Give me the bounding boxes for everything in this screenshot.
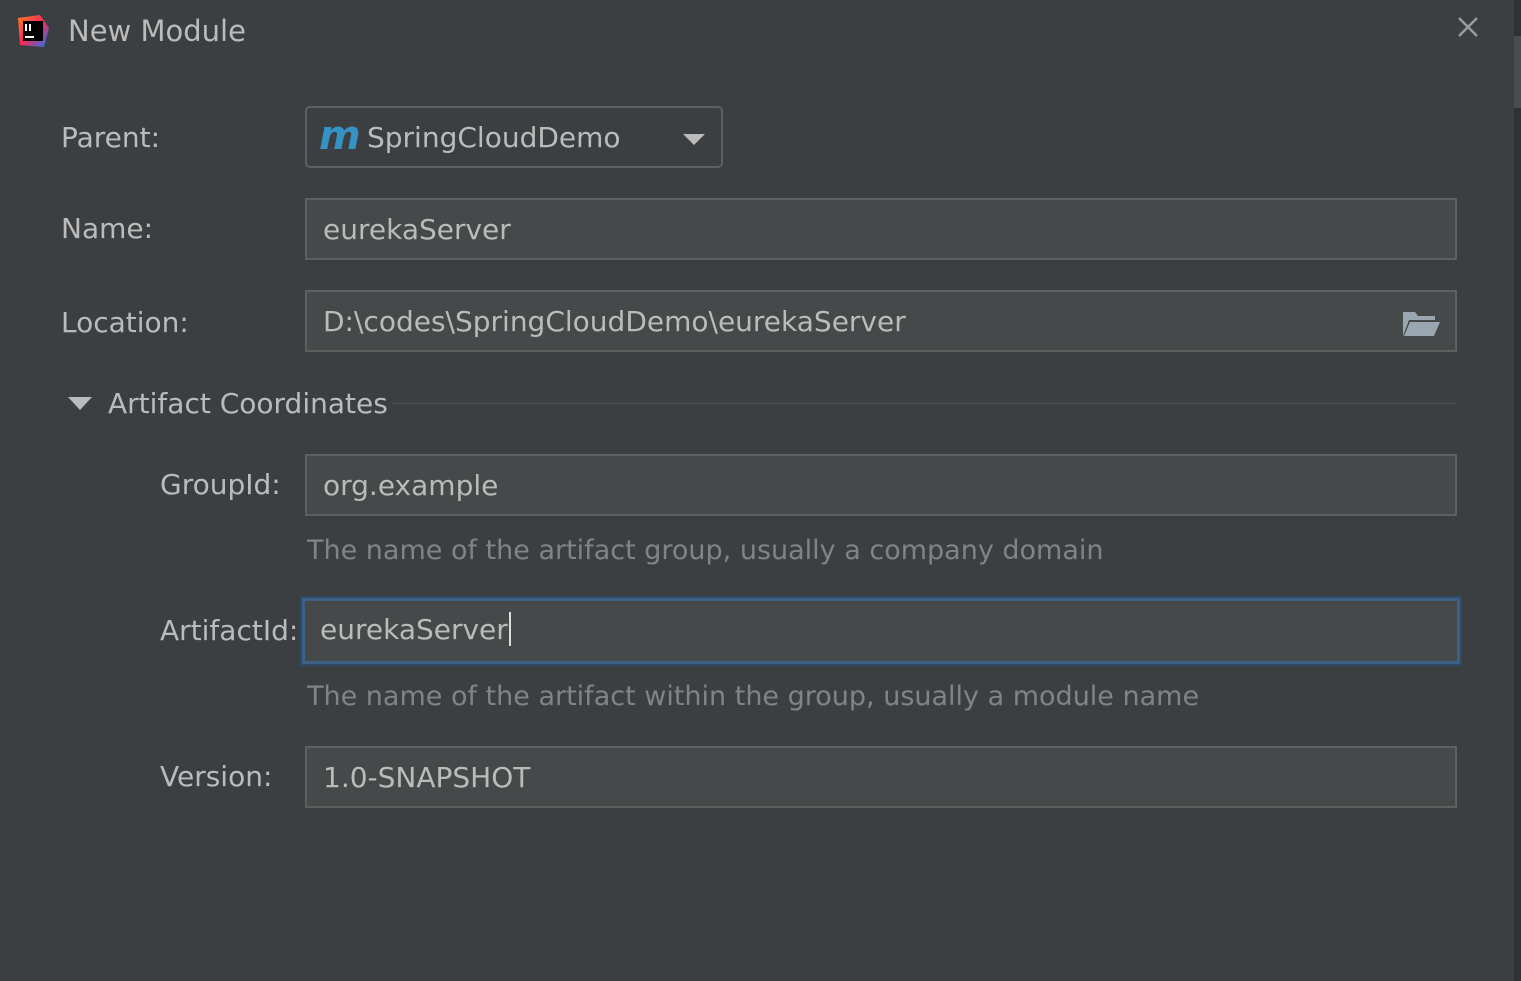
groupid-label: GroupId: [160,468,281,501]
scrollbar-thumb[interactable] [1514,36,1521,108]
maven-m-icon: m [319,113,361,159]
section-divider [393,403,1456,404]
artifactid-value: eurekaServer [320,613,508,646]
groupid-hint: The name of the artifact group, usually … [307,535,1104,566]
new-module-dialog: New Module Parent: m SpringCloudDemo Nam… [0,0,1521,981]
version-field[interactable]: 1.0-SNAPSHOT [305,746,1457,808]
name-value: eurekaServer [323,213,511,246]
name-field[interactable]: eurekaServer [305,198,1457,260]
artifact-coordinates-title[interactable]: Artifact Coordinates [108,384,388,424]
parent-combobox[interactable]: m SpringCloudDemo [305,106,723,168]
dialog-title: New Module [68,14,246,48]
version-label: Version: [160,760,273,793]
text-caret [508,612,511,646]
artifactid-field[interactable]: eurekaServer [302,598,1460,664]
version-value: 1.0-SNAPSHOT [323,761,531,794]
close-icon[interactable] [1448,8,1488,48]
folder-open-icon[interactable] [1401,308,1441,338]
parent-label: Parent: [61,121,161,154]
intellij-idea-icon [18,15,49,47]
collapse-triangle-icon[interactable] [68,397,92,410]
location-value: D:\codes\SpringCloudDemo\eurekaServer [323,305,906,338]
artifactid-label: ArtifactId: [160,614,299,647]
groupid-field[interactable]: org.example [305,454,1457,516]
chevron-down-icon[interactable] [683,134,705,145]
name-label: Name: [61,212,154,245]
parent-value: SpringCloudDemo [367,121,621,154]
location-field[interactable]: D:\codes\SpringCloudDemo\eurekaServer [305,290,1457,352]
location-label: Location: [61,306,189,339]
artifactid-hint: The name of the artifact within the grou… [307,681,1200,712]
window-edge-scrollbar[interactable] [1514,0,1521,981]
groupid-value: org.example [323,469,499,502]
